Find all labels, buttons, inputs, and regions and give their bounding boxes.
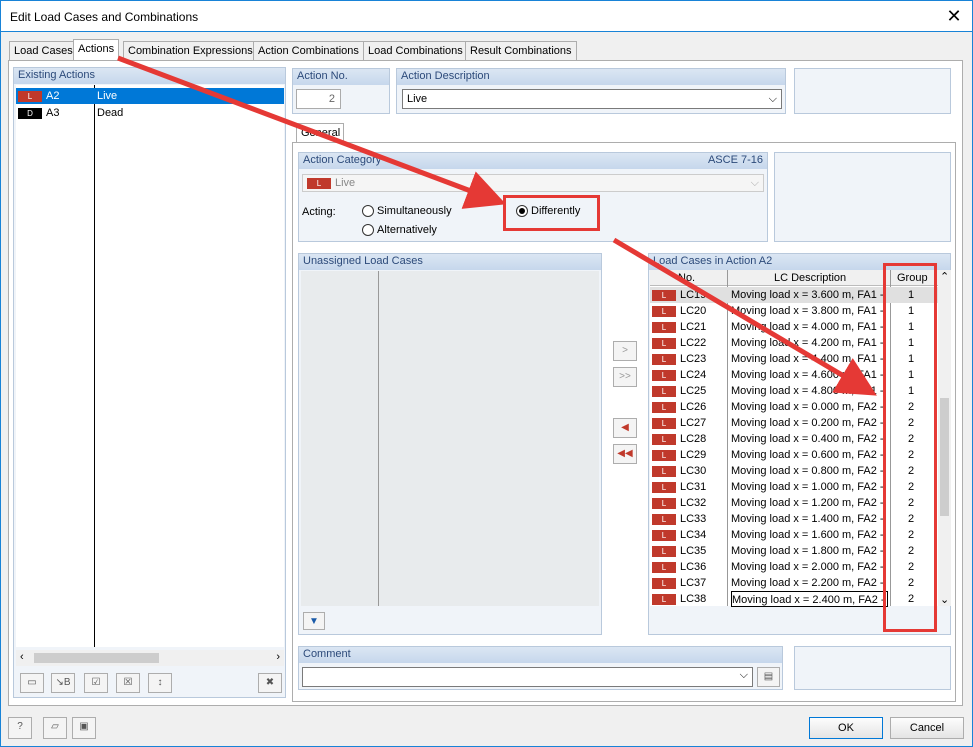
arrow-to-group	[612, 237, 877, 396]
annotation-arrows	[117, 55, 877, 396]
arrow-to-differently	[117, 55, 507, 209]
